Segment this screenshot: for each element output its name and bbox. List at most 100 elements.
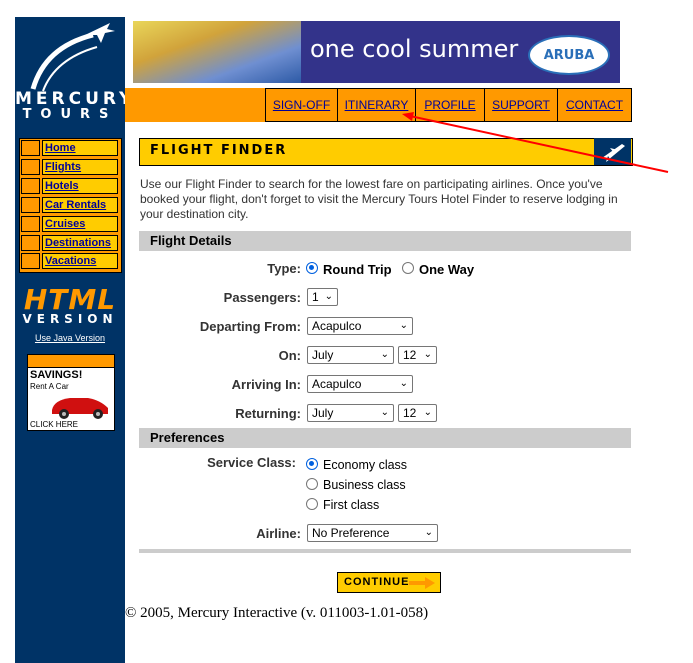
nav-contact-label[interactable]: CONTACT	[566, 98, 623, 112]
nav-profile-label[interactable]: PROFILE	[424, 98, 475, 112]
arriving-value: Acapulco	[312, 377, 362, 391]
section-title: Preferences	[150, 430, 225, 445]
on-month-select[interactable]: July ⌄	[307, 346, 394, 364]
sidebar-item-hotels[interactable]: Hotels	[19, 177, 120, 195]
airline-select[interactable]: No Preference ⌄	[307, 524, 438, 542]
economy-class-label[interactable]: Economy class	[323, 458, 407, 472]
on-day-select[interactable]: 12 ⌄	[398, 346, 437, 364]
airline-label: Airline:	[256, 526, 301, 541]
sidebar-item-cruises[interactable]: Cruises	[19, 215, 120, 233]
continue-button[interactable]: CONTINUE	[337, 572, 441, 593]
sidebar-item-label[interactable]: Flights	[45, 161, 81, 173]
chevron-down-icon: ⌄	[423, 349, 432, 360]
nav-support[interactable]: SUPPORT	[484, 88, 558, 122]
form-divider	[139, 549, 631, 553]
arriving-select[interactable]: Acapulco ⌄	[307, 375, 413, 393]
bullet-square	[21, 140, 40, 156]
html-version-logo: HTML VERSION	[15, 283, 125, 326]
arriving-label: Arriving In:	[231, 377, 301, 392]
use-java-version-link[interactable]: Use Java Version	[15, 333, 125, 343]
chevron-down-icon: ⌄	[324, 291, 333, 302]
bullet-square	[21, 253, 40, 269]
nav-itinerary[interactable]: ITINERARY	[337, 88, 416, 122]
banner-text: one cool summer	[310, 35, 519, 63]
type-label: Type:	[267, 261, 301, 276]
sidebar-item-label[interactable]: Vacations	[45, 255, 96, 267]
chevron-down-icon: ⌄	[423, 407, 432, 418]
sidebar-item-destinations[interactable]: Destinations	[19, 234, 120, 252]
arrow-right-icon	[409, 577, 435, 589]
ad-header-strip	[27, 354, 115, 368]
sidebar-item-label[interactable]: Home	[45, 142, 76, 154]
nav-itinerary-label[interactable]: ITINERARY	[345, 98, 409, 112]
on-label: On:	[278, 348, 301, 363]
ad-title: SAVINGS!	[30, 369, 83, 381]
aruba-badge: ARUBA	[528, 35, 610, 75]
chevron-down-icon: ⌄	[424, 527, 433, 538]
sidebar-item-label[interactable]: Car Rentals	[45, 199, 106, 211]
departing-value: Acapulco	[312, 319, 362, 333]
departing-label: Departing From:	[199, 319, 301, 334]
html-version-small: VERSION	[22, 312, 118, 326]
nav-sign-off-label[interactable]: SIGN-OFF	[273, 98, 330, 112]
sidebar-item-label[interactable]: Hotels	[45, 180, 79, 192]
chevron-down-icon: ⌄	[399, 320, 408, 331]
one-way-label[interactable]: One Way	[419, 262, 474, 277]
bullet-square	[21, 178, 40, 194]
sidebar-item-vacations[interactable]: Vacations	[19, 252, 120, 270]
rent-a-car-ad[interactable]: SAVINGS! Rent A Car CLICK HERE	[27, 367, 115, 431]
sidebar-item-label[interactable]: Destinations	[45, 237, 111, 249]
passengers-label: Passengers:	[223, 290, 301, 305]
departing-select[interactable]: Acapulco ⌄	[307, 317, 413, 335]
intro-text: Use our Flight Finder to search for the …	[140, 177, 618, 221]
chevron-down-icon: ⌄	[380, 407, 389, 418]
nav-sign-off[interactable]: SIGN-OFF	[265, 88, 338, 122]
returning-month-select[interactable]: July ⌄	[307, 404, 394, 422]
continue-label: CONTINUE	[344, 576, 410, 588]
bullet-square	[21, 235, 40, 251]
returning-day-value: 12	[403, 406, 417, 420]
copyright-text: © 2005, Mercury Interactive (v. 011003-1…	[125, 605, 429, 621]
flight-details-section-header: Flight Details	[139, 231, 631, 251]
round-trip-label[interactable]: Round Trip	[323, 262, 392, 277]
passengers-select[interactable]: 1 ⌄	[307, 288, 338, 306]
bullet-square	[21, 159, 40, 175]
page-title: FLIGHT FINDER	[150, 143, 288, 158]
business-class-label[interactable]: Business class	[323, 478, 406, 492]
sidebar-item-home[interactable]: Home	[19, 139, 120, 157]
business-class-radio[interactable]	[306, 478, 318, 490]
nav-support-label[interactable]: SUPPORT	[492, 98, 550, 112]
bullet-square	[21, 197, 40, 213]
ad-subtitle: Rent A Car	[30, 382, 69, 391]
airplane-icon	[594, 138, 631, 165]
preferences-section-header: Preferences	[139, 428, 631, 448]
nav-profile[interactable]: PROFILE	[415, 88, 485, 122]
returning-label: Returning:	[235, 406, 301, 421]
airplane-swoosh-icon	[30, 23, 115, 92]
sidebar-item-label[interactable]: Cruises	[45, 218, 85, 230]
first-class-radio[interactable]	[306, 498, 318, 510]
summer-banner[interactable]: one cool summer ARUBA	[133, 21, 620, 83]
logo-line2: TOURS	[22, 107, 118, 122]
passengers-value: 1	[312, 290, 319, 304]
sidebar-item-flights[interactable]: Flights	[19, 158, 120, 176]
chevron-down-icon: ⌄	[380, 349, 389, 360]
chevron-down-icon: ⌄	[399, 378, 408, 389]
returning-day-select[interactable]: 12 ⌄	[398, 404, 437, 422]
on-month-value: July	[312, 348, 334, 362]
service-class-label: Service Class:	[207, 455, 296, 470]
on-day-value: 12	[403, 348, 417, 362]
bullet-square	[21, 216, 40, 232]
returning-month-value: July	[312, 406, 334, 420]
first-class-label[interactable]: First class	[323, 498, 379, 512]
section-title: Flight Details	[150, 233, 232, 248]
economy-class-radio[interactable]	[306, 458, 318, 470]
ad-cta: CLICK HERE	[30, 420, 79, 429]
banner-photo	[133, 21, 301, 83]
round-trip-radio[interactable]	[306, 262, 318, 274]
sidebar-item-car-rentals[interactable]: Car Rentals	[19, 196, 120, 214]
nav-contact[interactable]: CONTACT	[557, 88, 632, 122]
airline-value: No Preference	[312, 526, 390, 540]
red-car-icon	[52, 398, 108, 419]
one-way-radio[interactable]	[402, 262, 414, 274]
